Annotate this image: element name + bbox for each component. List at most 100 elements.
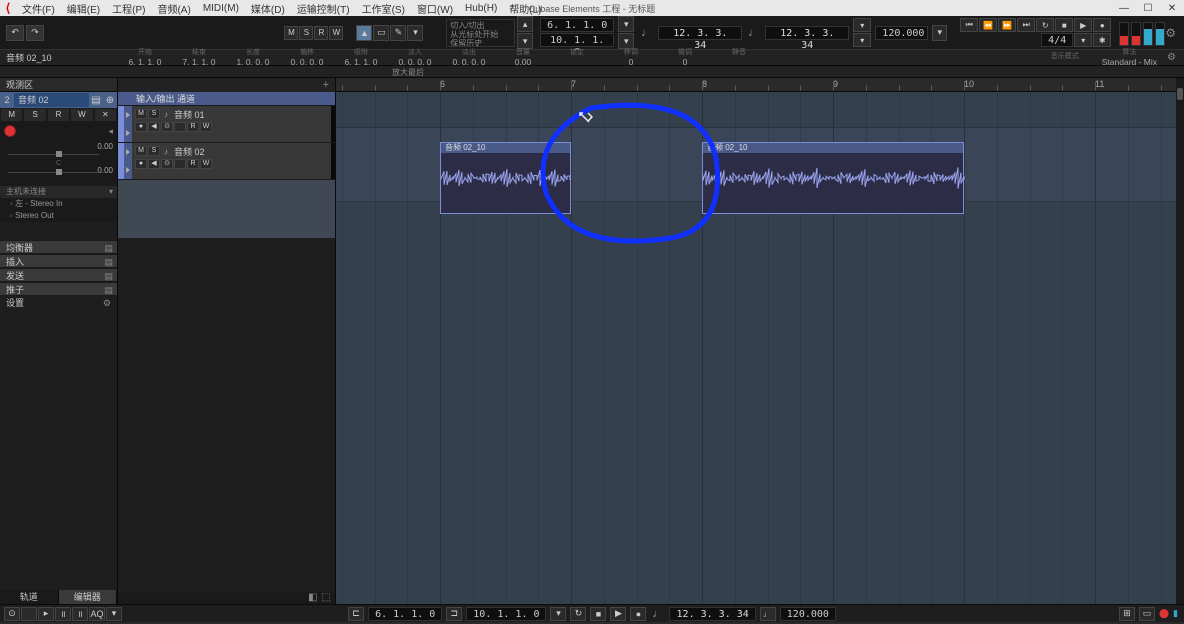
goto-start-button[interactable]: ⏮ <box>960 18 978 32</box>
track-close-button[interactable]: ✕ <box>94 108 117 122</box>
infoline-settings-icon[interactable]: ⚙ <box>1167 52 1176 63</box>
info-cell[interactable]: 音量0.00 <box>496 49 550 66</box>
write-all-button[interactable]: W <box>329 26 343 40</box>
sb-time-display[interactable]: 12. 3. 3. 34 <box>670 607 756 621</box>
menu-edit[interactable]: 编辑(E) <box>61 1 106 16</box>
tempo-dropdown[interactable]: ▾ <box>932 25 947 41</box>
draw-tool[interactable]: ✎ <box>390 25 406 41</box>
sb-locator-l-btn[interactable]: ⊏ <box>348 607 364 621</box>
info-cell[interactable]: 结束7. 1. 1. 0 <box>172 49 226 66</box>
info-cell[interactable]: 长度1. 0. 0. 0 <box>226 49 280 66</box>
track-row[interactable]: M S ♪ 音频 02 ● ◀ ⊙ R W <box>118 143 335 180</box>
sb-locator-r-btn[interactable]: ⊐ <box>446 607 462 621</box>
routing-output[interactable]: ◦ Stereo Out <box>0 210 117 222</box>
section-sends[interactable]: 发送▤ <box>0 268 117 282</box>
close-button[interactable]: ✕ <box>1160 3 1184 14</box>
bottom-tab-track[interactable]: 轨道 <box>0 590 59 604</box>
sb-tool-0[interactable]: ⊙ <box>4 607 20 621</box>
audio-clip[interactable]: 音频 02_10 <box>440 142 571 214</box>
tempo-display[interactable]: 120.000 <box>875 26 928 40</box>
track-color-icon[interactable]: ▤ <box>89 95 103 106</box>
minimize-button[interactable]: — <box>1112 3 1136 14</box>
menu-media[interactable]: 媒体(D) <box>245 1 291 16</box>
history-dropdown[interactable]: 切入/切出 从光标处开始 保留历史 新分段 <box>446 19 515 47</box>
menu-audio[interactable]: 音频(A) <box>151 1 196 16</box>
primary-time-display[interactable]: 12. 3. 3. 34 <box>658 26 742 40</box>
vertical-scrollbar[interactable] <box>1176 78 1184 604</box>
info-music-mode[interactable]: 音乐模式 <box>1038 53 1092 62</box>
locator-nudge2[interactable]: ▾ <box>618 33 634 49</box>
track-name-field[interactable]: 音频 02 <box>14 93 89 107</box>
sb-grid-tool[interactable]: ▭ <box>1139 607 1155 621</box>
sb-tool-4[interactable]: ॥ <box>72 607 88 621</box>
routing-header[interactable]: 主机未连接▾ <box>0 186 117 198</box>
sb-tempo[interactable]: 120.000 <box>780 607 836 621</box>
record-button[interactable]: ● <box>1093 18 1111 32</box>
sb-right-locator[interactable]: 10. 1. 1. 0 <box>466 607 546 621</box>
cycle-button[interactable]: ↻ <box>1036 18 1054 32</box>
info-cell[interactable]: 吸附6. 1. 1. 0 <box>334 49 388 66</box>
solo-all-button[interactable]: S <box>299 26 313 40</box>
sig-dropdown[interactable]: ▾ <box>1074 33 1092 47</box>
info-cell[interactable]: 移调0 <box>604 49 658 66</box>
menu-midi[interactable]: MIDI(M) <box>197 3 245 14</box>
info-algorithm[interactable]: 算法Standard - Mix <box>1092 49 1167 66</box>
track-lane[interactable] <box>174 122 186 132</box>
settings-row[interactable]: 设置⚙ <box>0 296 117 310</box>
time-format[interactable]: ▾ <box>853 18 871 32</box>
dropdown-tool[interactable]: ▾ <box>407 25 423 41</box>
io-channels-header[interactable]: 输入/输出 通道 <box>118 92 335 106</box>
track-expand-icon[interactable]: ⊕ <box>103 95 117 106</box>
timeline-ruler[interactable]: 678910111213 <box>336 78 1184 92</box>
inspector-tab[interactable]: 观测区 <box>0 78 117 92</box>
info-cell[interactable]: 淡出0. 0. 0. 0 <box>442 49 496 66</box>
selected-clip-name[interactable]: 音频 02_10 <box>0 51 118 64</box>
sb-record[interactable]: ● <box>631 607 647 621</box>
mute-all-button[interactable]: M <box>284 26 298 40</box>
track-solo[interactable]: S <box>148 146 160 156</box>
sb-tool-2[interactable]: ▸ <box>38 607 54 621</box>
sb-tool-6[interactable]: ▾ <box>106 607 122 621</box>
click-button[interactable]: ✱ <box>1093 33 1111 47</box>
section-inserts[interactable]: 插入▤ <box>0 254 117 268</box>
track-write-button[interactable]: W <box>70 108 93 122</box>
track-solo-button[interactable]: S <box>23 108 46 122</box>
history-nudge-up[interactable]: ▴ <box>517 16 533 32</box>
redo-button[interactable]: ↷ <box>26 25 44 41</box>
track-mute[interactable]: M <box>135 109 147 119</box>
stop-button[interactable]: ■ <box>1055 18 1073 32</box>
menu-window[interactable]: 窗口(W) <box>411 1 459 16</box>
sb-nudge[interactable]: ▾ <box>551 607 567 621</box>
track-write[interactable]: W <box>200 122 212 132</box>
track-monitor[interactable]: ◀ <box>148 159 160 169</box>
info-cell[interactable]: 开始6. 1. 1. 0 <box>118 49 172 66</box>
undo-button[interactable]: ↶ <box>6 25 24 41</box>
sb-tool-5[interactable]: AQ <box>89 607 105 621</box>
range-tool[interactable]: ▭ <box>373 25 389 41</box>
track-write[interactable]: W <box>200 159 212 169</box>
time-format2[interactable]: ▾ <box>853 33 871 47</box>
sb-zoom-tool[interactable]: ⊞ <box>1119 607 1135 621</box>
track-rec[interactable]: ● <box>135 122 147 132</box>
arrow-tool[interactable]: ▲ <box>356 25 372 41</box>
track-monitor-icon[interactable]: ◂ <box>108 126 113 137</box>
info-cell[interactable]: 偏移0. 0. 0. 0 <box>280 49 334 66</box>
toolbar-settings-icon[interactable]: ⚙ <box>1165 26 1176 40</box>
track-read[interactable]: R <box>187 122 199 132</box>
routing-input[interactable]: ◦ 左 - Stereo In <box>0 198 117 210</box>
sb-tool-1[interactable] <box>21 607 37 621</box>
sb-play[interactable]: ▶ <box>611 607 627 621</box>
locator-nudge[interactable]: ▾ <box>618 16 634 32</box>
left-locator[interactable]: 6. 1. 1. 0 <box>540 18 614 32</box>
menu-file[interactable]: 文件(F) <box>16 1 61 16</box>
info-cell[interactable]: 微调0 <box>658 49 712 66</box>
track-mute-button[interactable]: M <box>0 108 23 122</box>
bottom-tab-editor[interactable]: 编辑器 <box>59 590 118 604</box>
forward-button[interactable]: ⏩ <box>998 18 1016 32</box>
audio-clip[interactable]: 音频 02_10 <box>702 142 964 214</box>
maximize-button[interactable]: ☐ <box>1136 3 1160 14</box>
menu-studio[interactable]: 工作室(S) <box>356 1 411 16</box>
menu-project[interactable]: 工程(P) <box>106 1 151 16</box>
tracklist-zoom-icon[interactable]: ◧ <box>308 592 317 604</box>
section-eq[interactable]: 均衡器▤ <box>0 240 117 254</box>
